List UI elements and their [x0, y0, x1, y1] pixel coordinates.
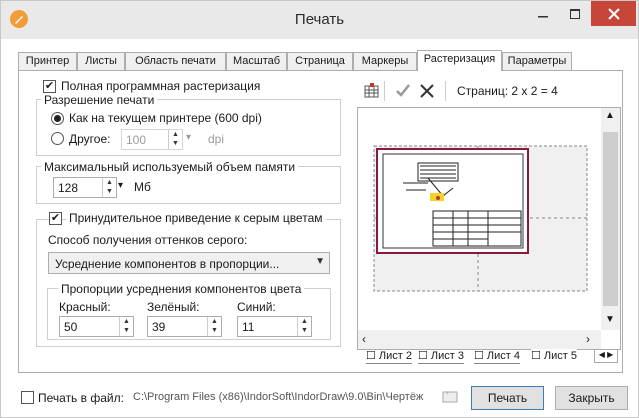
other-dpi-dropdown-icon[interactable]: ▾	[186, 132, 191, 143]
sheet-tab-label: Лист 5	[543, 350, 577, 362]
tab-sheets[interactable]: Листы	[77, 52, 125, 70]
print-to-file-label: Печать в файл:	[38, 391, 124, 405]
blue-spin[interactable]: 11 ▲ ▼	[237, 316, 312, 337]
print-to-file-checkbox[interactable]	[21, 391, 34, 404]
proportions-group-title: Пропорции усреднения компонентов цвета	[58, 282, 305, 296]
sheet-tab[interactable]: ☐ Лист 4	[474, 349, 520, 364]
preview-horizontal-scrollbar[interactable]: ‹ ›	[358, 330, 601, 349]
sheet-tabs: ☐ Лист 2 ☐ Лист 3 ☐ Лист 4 ☐ Лист 5 ◀ ▶	[358, 349, 622, 366]
memory-dropdown-icon[interactable]: ▾	[118, 180, 123, 191]
gray-checkbox[interactable]: ✔	[49, 212, 62, 225]
sheet-tab[interactable]: ☐ Лист 3	[418, 349, 464, 364]
gray-label: Принудительное приведение к серым цветам	[66, 211, 326, 225]
sheet-tab[interactable]: ☐ Лист 2	[366, 349, 412, 364]
preview-vertical-scrollbar[interactable]: ▲ ▼	[601, 108, 620, 330]
green-spin[interactable]: 39 ▲ ▼	[147, 316, 222, 337]
red-value: 50	[64, 320, 78, 334]
cross-icon[interactable]	[419, 83, 435, 102]
radio-current-printer[interactable]	[51, 112, 64, 125]
tab-scale[interactable]: Масштаб	[226, 52, 287, 70]
sheet-tab-active[interactable]: ☐ Лист 5	[531, 349, 577, 364]
tab-page[interactable]: Страница	[287, 52, 353, 70]
tab-parameters[interactable]: Параметры	[502, 52, 572, 70]
scroll-left-icon[interactable]: ‹	[362, 332, 366, 346]
title-bar: Печать	[1, 1, 638, 39]
memory-value: 128	[58, 181, 79, 195]
memory-spin[interactable]: 128 ▲ ▼	[53, 177, 117, 198]
blue-value: 11	[242, 320, 255, 334]
browse-folder-icon[interactable]	[442, 388, 458, 407]
resolution-group-title: Разрешение печати	[41, 93, 158, 107]
memory-group-title: Максимальный используемый объем памяти	[41, 160, 299, 174]
other-dpi-spin[interactable]: 100 ▲ ▼	[121, 129, 183, 150]
sheet-tab-label: Лист 3	[430, 350, 464, 362]
full-raster-label: Полная программная растеризация	[61, 79, 261, 93]
other-dpi-value: 100	[126, 133, 147, 147]
scroll-right-icon[interactable]: ›	[586, 332, 590, 346]
preview-area	[357, 107, 621, 350]
radio-other-label: Другое:	[69, 132, 111, 146]
file-path: C:\Program Files (x86)\IndorSoft\IndorDr…	[133, 391, 424, 403]
blue-label: Синий:	[237, 300, 276, 314]
vertical-scroll-thumb[interactable]	[603, 132, 618, 306]
scroll-down-icon[interactable]: ▼	[605, 314, 615, 325]
tab-printer[interactable]: Принтер	[18, 52, 77, 70]
sheet-nav-arrows[interactable]: ◀ ▶	[594, 349, 618, 363]
print-button[interactable]: Печать	[471, 386, 544, 410]
green-label: Зелёный:	[147, 300, 200, 314]
red-spin[interactable]: 50 ▲ ▼	[59, 316, 134, 337]
radio-other[interactable]	[51, 132, 64, 145]
scroll-up-icon[interactable]: ▲	[605, 110, 615, 121]
radio-current-printer-label: Как на текущем принтере (600 dpi)	[69, 111, 262, 125]
gray-method-value: Усреднение компонентов в пропорции...	[55, 257, 280, 271]
tab-markers[interactable]: Маркеры	[353, 52, 417, 70]
pages-count-text: Страниц: 2 x 2 = 4	[457, 84, 558, 98]
tab-rasterization[interactable]: Растеризация	[417, 50, 502, 71]
green-value: 39	[152, 320, 166, 334]
check-icon[interactable]	[395, 83, 411, 102]
full-raster-checkbox[interactable]: ✔	[43, 80, 56, 93]
chevron-down-icon: ▼	[315, 256, 325, 267]
resolution-group	[36, 99, 341, 156]
red-label: Красный:	[59, 300, 111, 314]
other-dpi-unit: dpi	[208, 132, 225, 146]
sheet-tab-label: Лист 4	[486, 350, 520, 362]
print-dialog: Печать Принтер Листы Область печати Масш…	[0, 0, 639, 418]
table-grid-icon[interactable]	[364, 83, 380, 102]
gray-method-combo[interactable]: Усреднение компонентов в пропорции... ▼	[48, 252, 330, 274]
maximize-button[interactable]	[559, 1, 591, 26]
gray-method-label: Способ получения оттенков серого:	[48, 233, 248, 247]
minimize-button[interactable]	[527, 1, 559, 26]
tab-print-area[interactable]: Область печати	[125, 52, 226, 70]
close-button[interactable]: Закрыть	[555, 386, 628, 410]
memory-unit: Мб	[134, 180, 151, 194]
sheet-tab-label: Лист 2	[378, 350, 412, 362]
close-window-button[interactable]	[591, 1, 636, 26]
